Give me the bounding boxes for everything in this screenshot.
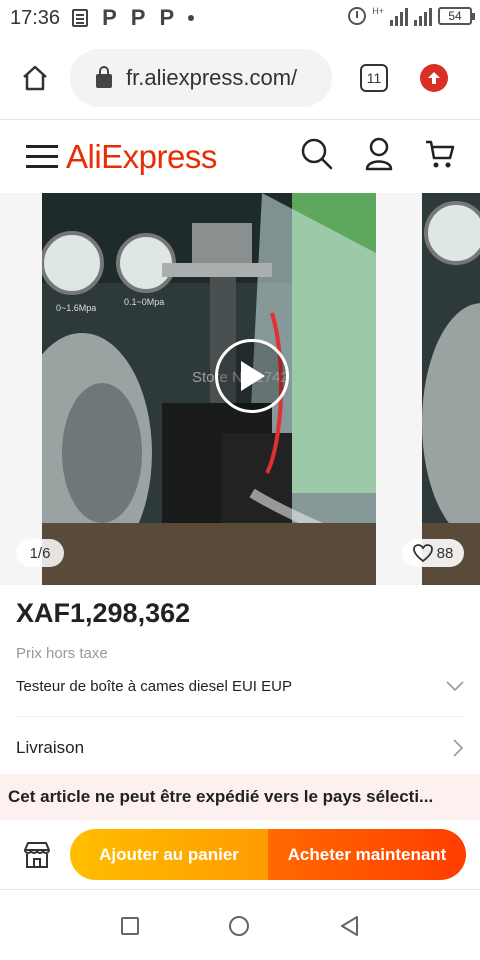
back-icon[interactable] bbox=[339, 915, 359, 937]
store-icon[interactable] bbox=[22, 840, 52, 870]
browser-toolbar: fr.aliexpress.com/ 11 bbox=[0, 36, 480, 120]
notification-icons: P P P bbox=[72, 5, 195, 31]
action-bar: Ajouter au panier Acheter maintenant bbox=[0, 820, 480, 890]
gauge-label-2: 0.1~0Mpa bbox=[124, 297, 164, 307]
network-type: H+ bbox=[372, 6, 384, 16]
play-video-button[interactable] bbox=[215, 339, 289, 413]
delivery-row[interactable]: Livraison bbox=[16, 732, 464, 764]
alarm-icon bbox=[348, 7, 367, 25]
home-nav-icon[interactable] bbox=[229, 915, 249, 936]
status-bar: 17:36 P P P H+ 54 bbox=[0, 0, 480, 36]
wishlist-button[interactable]: 88 bbox=[402, 539, 464, 567]
next-product-image[interactable] bbox=[422, 193, 480, 585]
add-to-cart-button[interactable]: Ajouter au panier bbox=[70, 829, 268, 880]
tax-note: Prix hors taxe bbox=[16, 645, 108, 662]
tabs-button[interactable]: 11 bbox=[360, 63, 388, 92]
delivery-label: Livraison bbox=[16, 738, 85, 757]
arrow-up-icon bbox=[428, 71, 440, 84]
purchase-buttons: Ajouter au panier Acheter maintenant bbox=[70, 829, 466, 880]
cart-icon[interactable] bbox=[424, 138, 456, 170]
lock-icon bbox=[96, 65, 112, 88]
product-title: Testeur de boîte à cames diesel EUI EUP bbox=[16, 677, 292, 695]
status-time: 17:36 bbox=[10, 6, 61, 29]
home-icon bbox=[23, 65, 47, 90]
p-icon: P bbox=[159, 5, 175, 30]
product-title-row[interactable]: Testeur de boîte à cames diesel EUI EUP bbox=[16, 672, 464, 700]
recents-icon[interactable] bbox=[121, 916, 139, 935]
signal-icon bbox=[390, 6, 408, 26]
menu-icon[interactable] bbox=[26, 145, 58, 169]
account-icon[interactable] bbox=[364, 137, 394, 171]
search-icon[interactable] bbox=[300, 137, 334, 171]
product-gallery[interactable]: 0~1.6Mpa 0.1~0Mpa Store No.1742 1/6 88 bbox=[0, 193, 480, 585]
buy-now-button[interactable]: Acheter maintenant bbox=[268, 829, 466, 880]
aliexpress-logo[interactable]: AliExpress bbox=[66, 138, 217, 176]
gauge-label-1: 0~1.6Mpa bbox=[56, 303, 96, 313]
product-image[interactable]: 0~1.6Mpa 0.1~0Mpa Store No.1742 bbox=[42, 193, 376, 585]
system-nav-bar bbox=[0, 891, 480, 960]
doc-icon bbox=[72, 9, 89, 27]
dot-icon bbox=[188, 15, 195, 21]
status-right-icons: H+ 54 bbox=[348, 6, 475, 26]
battery-icon: 54 bbox=[438, 7, 475, 25]
chevron-right-icon bbox=[453, 739, 464, 757]
shipping-warning: Cet article ne peut être expédié vers le… bbox=[0, 774, 480, 820]
image-counter: 1/6 bbox=[16, 539, 64, 567]
update-button[interactable] bbox=[420, 63, 448, 92]
url-text: fr.aliexpress.com/ bbox=[126, 64, 298, 90]
address-bar[interactable]: fr.aliexpress.com/ bbox=[70, 48, 332, 107]
likes-count: 88 bbox=[436, 544, 454, 562]
p-icon: P bbox=[102, 5, 117, 30]
product-price: XAF1,298,362 bbox=[16, 598, 191, 628]
play-icon bbox=[241, 361, 265, 391]
signal-icon bbox=[414, 6, 432, 26]
shipping-warning-text: Cet article ne peut être expédié vers le… bbox=[8, 787, 434, 806]
chevron-down-icon bbox=[446, 681, 464, 692]
home-button[interactable] bbox=[0, 36, 70, 120]
divider bbox=[16, 716, 464, 717]
heart-icon bbox=[412, 544, 433, 562]
p-icon: P bbox=[130, 5, 146, 30]
app-header: AliExpress bbox=[0, 121, 480, 193]
